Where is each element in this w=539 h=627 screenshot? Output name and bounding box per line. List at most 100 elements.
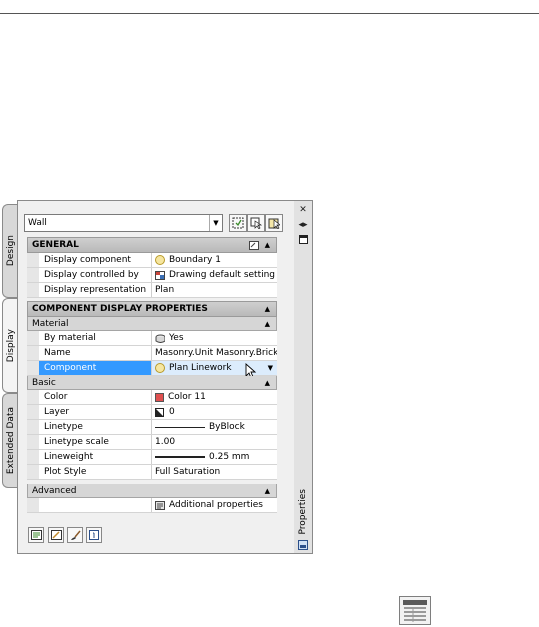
row-name: Component — [39, 361, 152, 375]
row-display-controlled-by[interactable]: Display controlled by Drawing default se… — [27, 268, 277, 283]
chevron-down-icon[interactable]: ▼ — [268, 364, 273, 372]
section-material-header[interactable]: Material ▲ — [27, 317, 277, 331]
row-value[interactable]: Plan Linework — [152, 361, 277, 375]
lineweight-preview — [155, 456, 205, 458]
row-lineweight[interactable]: Lineweight 0.25 mm — [27, 450, 277, 465]
palette-title: Properties — [294, 489, 312, 535]
section-general-header[interactable]: GENERAL ▲ — [27, 237, 277, 253]
palette-titlebar[interactable]: ✕ ◂▸ Properties — [294, 200, 313, 554]
row-display-representation[interactable]: Display representation Plan — [27, 283, 277, 298]
row-value[interactable]: Full Saturation — [152, 465, 277, 479]
row-value[interactable]: Color 11 — [152, 390, 277, 404]
row-component[interactable]: Component Plan Linework ▼ — [27, 361, 277, 379]
value-text: Full Saturation — [155, 467, 221, 477]
row-value[interactable]: Boundary 1 — [152, 253, 277, 267]
value-text: ByBlock — [209, 422, 245, 432]
row-value[interactable]: Plan — [152, 283, 277, 297]
row-value[interactable]: Drawing default setting — [152, 268, 277, 282]
property-grid: GENERAL ▲ Display component Boundary 1 D… — [27, 237, 277, 513]
row-name: Display component — [39, 253, 152, 267]
row-value[interactable]: Additional properties — [152, 498, 277, 512]
row-linetype-scale[interactable]: Linetype scale 1.00 — [27, 435, 277, 450]
value-text: 0 — [169, 407, 175, 417]
row-value[interactable]: 1.00 — [152, 435, 277, 449]
tab-display-label: Display — [6, 328, 16, 363]
chevron-down-icon[interactable]: ▼ — [209, 215, 222, 231]
row-linetype[interactable]: Linetype ByBlock — [27, 420, 277, 435]
row-color[interactable]: Color Color 11 — [27, 390, 277, 405]
info-button[interactable] — [86, 527, 102, 543]
collapse-icon[interactable]: ▲ — [265, 376, 270, 389]
page-rule — [0, 13, 539, 14]
select-objects-button[interactable] — [265, 214, 283, 232]
color-swatch-icon — [155, 392, 164, 402]
row-name: Layer — [39, 405, 152, 419]
row-additional-properties[interactable]: Additional properties — [27, 498, 277, 513]
value-text: Boundary 1 — [169, 255, 221, 265]
section-general-controls: ▲ — [248, 238, 270, 252]
value-text: Additional properties — [169, 500, 263, 510]
value-text: Drawing default setting — [169, 270, 276, 280]
close-icon[interactable]: ✕ — [297, 205, 309, 215]
value-text: Plan Linework — [169, 363, 232, 373]
section-basic-header[interactable]: Basic ▲ — [27, 376, 277, 390]
brush-button[interactable] — [67, 527, 83, 543]
section-material-title: Material — [32, 318, 69, 329]
drawing-setting-icon — [155, 270, 165, 280]
quick-select-icon — [232, 217, 244, 229]
row-material-name[interactable]: Name Masonry.Unit Masonry.Brick... — [27, 346, 277, 361]
lightbulb-icon — [155, 255, 165, 265]
autohide-icon[interactable]: ◂▸ — [297, 220, 309, 230]
row-name: Display controlled by — [39, 268, 152, 282]
section-basic-title: Basic — [32, 377, 56, 388]
collapse-icon[interactable]: ▲ — [265, 302, 270, 316]
object-type-value: Wall — [28, 218, 47, 228]
row-display-component[interactable]: Display component Boundary 1 — [27, 253, 277, 268]
row-layer[interactable]: Layer 0 — [27, 405, 277, 420]
value-text: Plan — [155, 285, 175, 295]
edit-object-display-button[interactable] — [48, 527, 64, 543]
select-objects-icon — [268, 218, 280, 229]
pickadd-button[interactable] — [247, 214, 265, 232]
row-value[interactable]: 0.25 mm — [152, 450, 277, 464]
row-value[interactable]: Yes — [152, 331, 277, 345]
lightbulb-icon — [155, 363, 165, 373]
palette-properties-icon[interactable] — [297, 234, 309, 244]
palette-menu-icon[interactable] — [297, 540, 309, 550]
edit-object-display-icon — [50, 530, 62, 540]
layer-icon — [155, 407, 164, 417]
linetype-preview — [155, 426, 205, 428]
section-advanced-header[interactable]: Advanced ▲ — [27, 484, 277, 498]
value-text: Color 11 — [168, 392, 206, 402]
section-general-title: GENERAL — [32, 240, 79, 250]
row-value[interactable]: Masonry.Unit Masonry.Brick... — [152, 346, 277, 360]
object-type-select[interactable]: Wall ▼ — [24, 214, 223, 232]
value-text: 0.25 mm — [209, 452, 250, 462]
section-component-display-header[interactable]: COMPONENT DISPLAY PROPERTIES ▲ — [27, 301, 277, 317]
row-by-material[interactable]: By material Yes — [27, 331, 277, 346]
properties-palette-icon — [399, 596, 431, 625]
additional-properties-icon — [155, 500, 165, 510]
collapse-icon[interactable]: ▲ — [265, 241, 270, 249]
row-name: Lineweight — [39, 450, 152, 464]
row-plot-style[interactable]: Plot Style Full Saturation — [27, 465, 277, 480]
row-name: Name — [39, 346, 152, 360]
value-text: Yes — [169, 333, 184, 343]
collapse-icon[interactable]: ▲ — [265, 317, 270, 330]
row-name: Linetype — [39, 420, 152, 434]
row-name — [39, 498, 152, 512]
info-icon — [89, 530, 99, 540]
row-value[interactable]: ByBlock — [152, 420, 277, 434]
collapse-icon[interactable]: ▲ — [265, 484, 270, 497]
edit-display-button[interactable] — [28, 527, 44, 543]
pickadd-icon — [250, 217, 262, 229]
paintbrush-icon — [70, 530, 81, 540]
tab-extended-data-label: Extended Data — [6, 406, 16, 475]
row-name: Color — [39, 390, 152, 404]
quick-select-button[interactable] — [229, 214, 247, 232]
value-text: Masonry.Unit Masonry.Brick... — [155, 348, 277, 358]
row-value[interactable]: 0 — [152, 405, 277, 419]
select-display-icon[interactable] — [248, 240, 259, 250]
row-name: Display representation — [39, 283, 152, 297]
palette-title-label: Properties — [298, 489, 308, 535]
